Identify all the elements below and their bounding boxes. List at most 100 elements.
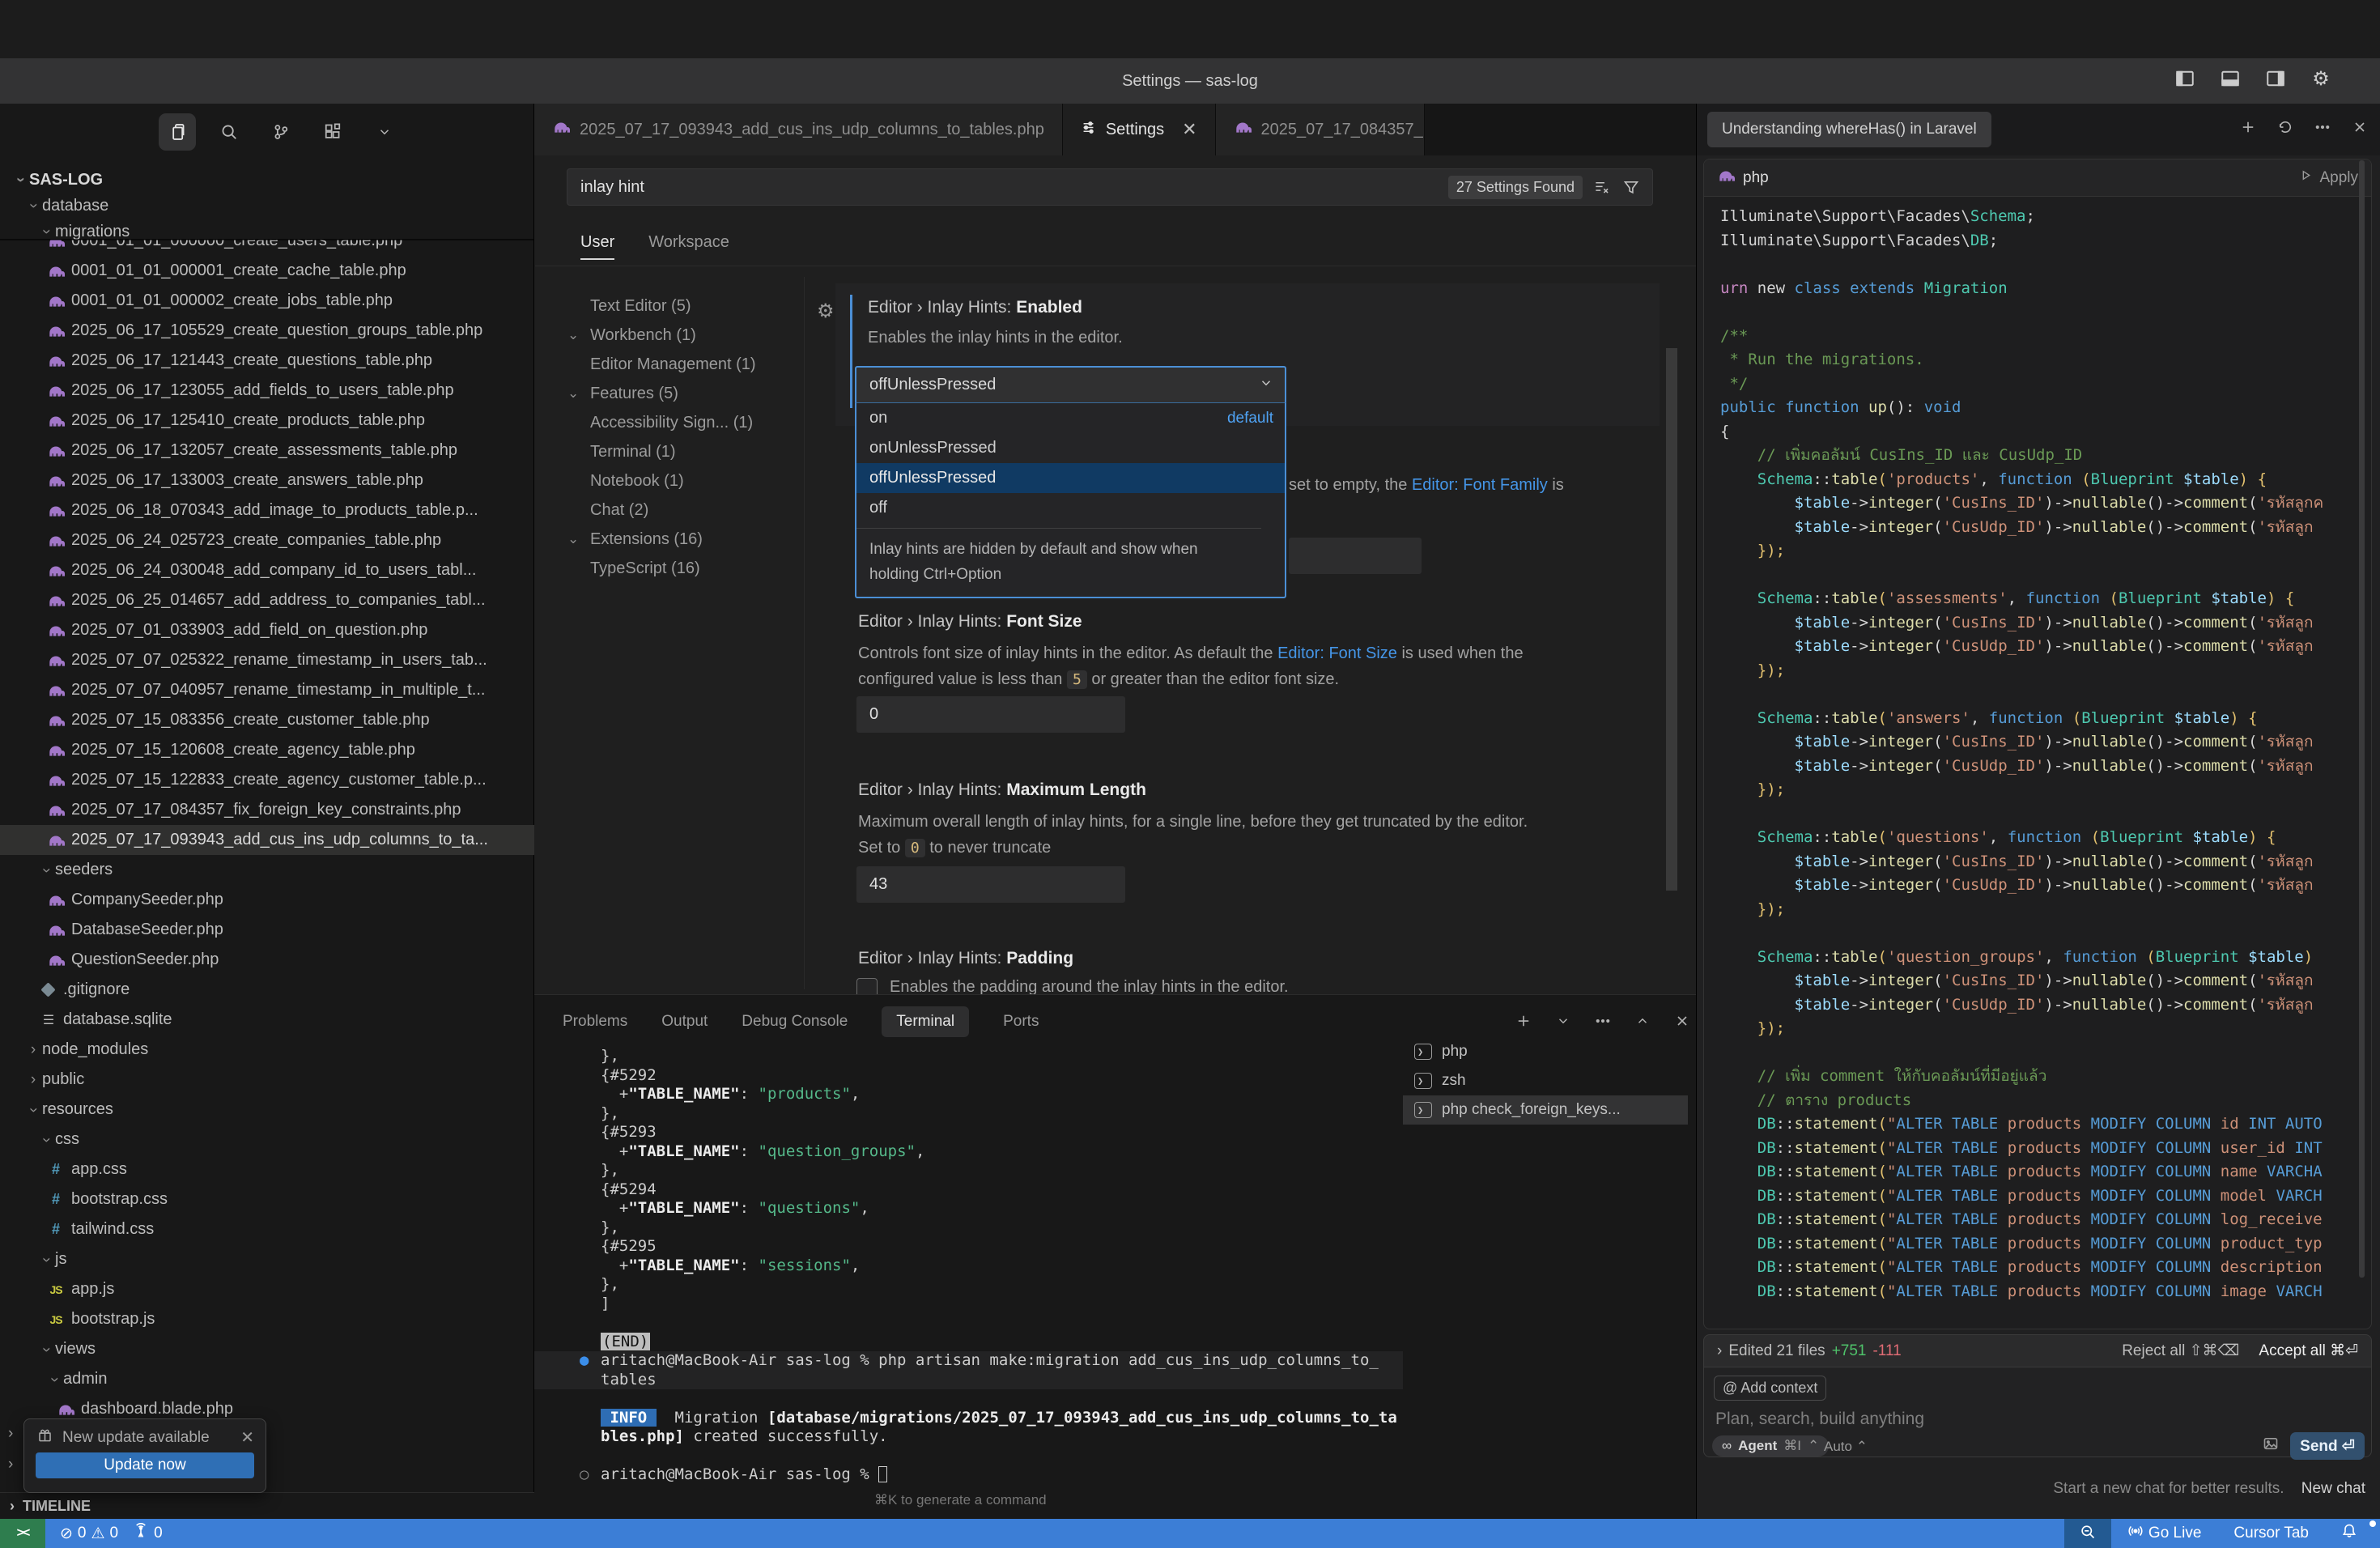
clear-filter-icon[interactable] (1594, 179, 1610, 195)
file-2025-07-15-122833-create-agency-customer[interactable]: 2025_07_15_122833_create_agency_customer… (0, 765, 534, 795)
file-2025-07-07-040957-rename-timestamp-in-mu[interactable]: 2025_07_07_040957_rename_timestamp_in_mu… (0, 675, 534, 705)
toc-typescript[interactable]: TypeScript (16) (567, 554, 810, 583)
file-app-css[interactable]: #app.css (0, 1155, 534, 1184)
inlay-hints-enabled-select[interactable]: offUnlessPressed (855, 366, 1286, 402)
option-onUnlessPressed[interactable]: onUnlessPressed (856, 433, 1285, 463)
file-2025-07-17-084357-fix-foreign-key-constr[interactable]: 2025_07_17_084357_fix_foreign_key_constr… (0, 795, 534, 825)
file-2025-07-17-093943-add-cus-ins-udp-column[interactable]: 2025_07_17_093943_add_cus_ins_udp_column… (0, 825, 534, 855)
file--gitignore[interactable]: .gitignore (0, 975, 534, 1005)
toc-extensions[interactable]: ⌄Extensions (16) (567, 525, 810, 554)
file-2025-06-17-123055-add-fields-to-users-ta[interactable]: 2025_06_17_123055_add_fields_to_users_ta… (0, 376, 534, 406)
file-questionseeder-php[interactable]: QuestionSeeder.php (0, 945, 534, 975)
terminal-session-php[interactable]: ❯php (1403, 1037, 1688, 1066)
terminal-session-php-check-foreign-keys-[interactable]: ❯php check_foreign_keys... (1403, 1095, 1688, 1125)
panel-tab-debug-console[interactable]: Debug Console (742, 1013, 848, 1031)
settings-scrollbar[interactable] (1666, 348, 1677, 891)
accept-all-button[interactable]: Accept all ⌘⏎ (2259, 1342, 2358, 1360)
attach-image-icon[interactable] (2263, 1435, 2279, 1456)
file-2025-06-24-025723-create-companies-table[interactable]: 2025_06_24_025723_create_companies_table… (0, 525, 534, 555)
file-2025-07-15-083356-create-customer-table-[interactable]: 2025_07_15_083356_create_customer_table.… (0, 705, 534, 735)
folder-database[interactable]: ›database (0, 193, 534, 219)
settings-link[interactable]: Editor: Font Family (1412, 476, 1548, 494)
scope-tab-workspace[interactable]: Workspace (648, 233, 729, 260)
ports-status[interactable]: 0 (133, 1523, 163, 1544)
go-live-button[interactable]: Go Live (2111, 1523, 2217, 1544)
option-offUnlessPressed[interactable]: offUnlessPressed (856, 463, 1285, 493)
update-now-button[interactable]: Update now (36, 1452, 254, 1478)
panel-tab-problems[interactable]: Problems (563, 1013, 627, 1031)
file-2025-07-01-033903-add-field-on-question-[interactable]: 2025_07_01_033903_add_field_on_question.… (0, 615, 534, 645)
model-selector[interactable]: Auto ⌃ (1824, 1439, 1868, 1455)
add-context-chip[interactable]: @ Add context (1714, 1376, 1826, 1401)
panel-bottom-icon[interactable] (2218, 66, 2242, 91)
file-bootstrap-css[interactable]: #bootstrap.css (0, 1184, 534, 1214)
option-on[interactable]: ondefault (856, 403, 1285, 433)
toc-terminal[interactable]: Terminal (1) (567, 437, 810, 466)
extensions-icon[interactable] (314, 113, 351, 151)
plus-icon[interactable] (2240, 119, 2256, 140)
timeline-section[interactable]: › TIMELINE (0, 1492, 534, 1519)
chat-input-box[interactable]: @ Add context Plan, search, build anythi… (1703, 1367, 2372, 1457)
files-icon[interactable] (159, 113, 196, 151)
settings-link[interactable]: Editor: Font Size (1277, 644, 1397, 662)
more-icon[interactable] (2314, 119, 2331, 140)
panel-tab-output[interactable]: Output (661, 1013, 708, 1031)
tab-2025-07-17-093943-add-cus-ins-[interactable]: 2025_07_17_093943_add_cus_ins_udp_column… (534, 104, 1063, 155)
file-0001-01-01-000000-create-users-table-php[interactable]: 0001_01_01_000000_create_users_table.php (0, 240, 534, 256)
toc-editor-management[interactable]: Editor Management (1) (567, 350, 810, 379)
collapsed-section-chevron-icon[interactable]: › (8, 1425, 13, 1443)
remote-indicator[interactable]: >< (0, 1519, 45, 1548)
folder-sas-log[interactable]: ›SAS-LOG (0, 167, 534, 193)
chevron-up-icon[interactable] (1635, 1014, 1650, 1032)
tab-settings[interactable]: Settings✕ (1063, 104, 1216, 155)
close-icon[interactable]: ✕ (1182, 119, 1196, 140)
notifications-bell-icon[interactable] (2325, 1523, 2374, 1544)
folder-css[interactable]: ›css (0, 1125, 534, 1155)
settings-search-input[interactable] (567, 178, 1448, 197)
font-size-input[interactable]: 0 (856, 696, 1125, 733)
file-2025-06-17-105529-create-question-groups[interactable]: 2025_06_17_105529_create_question_groups… (0, 316, 534, 346)
search-icon[interactable] (210, 113, 248, 151)
reject-all-button[interactable]: Reject all ⇧⌘⌫ (2122, 1342, 2239, 1360)
file-databaseseeder-php[interactable]: DatabaseSeeder.php (0, 915, 534, 945)
panel-tab-terminal[interactable]: Terminal (882, 1006, 969, 1037)
folder-admin[interactable]: ›admin (0, 1364, 534, 1394)
history-icon[interactable] (2277, 119, 2293, 140)
file-2025-07-15-120608-create-agency-table-ph[interactable]: 2025_07_15_120608_create_agency_table.ph… (0, 735, 534, 765)
gear-icon[interactable]: ⚙ (2309, 66, 2333, 91)
toc-accessibility-sign-[interactable]: Accessibility Sign... (1) (567, 408, 810, 437)
file-2025-06-18-070343-add-image-to-products-[interactable]: 2025_06_18_070343_add_image_to_products_… (0, 495, 534, 525)
code-scrollbar[interactable] (2359, 160, 2365, 1278)
folder-js[interactable]: ›js (0, 1244, 534, 1274)
chevron-down-icon[interactable] (1556, 1014, 1570, 1032)
zoom-indicator[interactable] (2064, 1519, 2111, 1548)
folder-seeders[interactable]: ›seeders (0, 855, 534, 885)
settings-search[interactable]: 27 Settings Found (567, 168, 1653, 206)
folder-node-modules[interactable]: ›node_modules (0, 1035, 534, 1065)
panel-tab-ports[interactable]: Ports (1003, 1013, 1039, 1031)
cursor-tab-status[interactable]: Cursor Tab (2217, 1525, 2325, 1542)
setting-modified-gear-icon[interactable]: ⚙ (817, 300, 835, 323)
source-control-icon[interactable] (262, 113, 300, 151)
file-bootstrap-js[interactable]: JSbootstrap.js (0, 1304, 534, 1334)
folder-resources[interactable]: ›resources (0, 1095, 534, 1125)
file-0001-01-01-000001-create-cache-table-php[interactable]: 0001_01_01_000001_create_cache_table.php (0, 256, 534, 286)
file-tailwind-css[interactable]: #tailwind.css (0, 1214, 534, 1244)
chevron-right-icon[interactable]: › (1717, 1342, 1722, 1360)
close-icon[interactable] (2352, 119, 2368, 140)
file-0001-01-01-000002-create-jobs-table-php[interactable]: 0001_01_01_000002_create_jobs_table.php (0, 286, 534, 316)
toc-features[interactable]: ⌄Features (5) (567, 379, 810, 408)
agent-mode-selector[interactable]: ∞Agent ⌘I⌃ (1712, 1435, 1829, 1457)
close-icon[interactable] (1674, 1013, 1690, 1033)
plus-icon[interactable] (1515, 1013, 1532, 1033)
collapsed-section-chevron-icon[interactable]: › (8, 1456, 13, 1474)
folder-public[interactable]: ›public (0, 1065, 534, 1095)
more-icon[interactable] (1595, 1013, 1611, 1033)
chat-tab[interactable]: Understanding whereHas() in Laravel (1707, 112, 1991, 147)
file-companyseeder-php[interactable]: CompanySeeder.php (0, 885, 534, 915)
maximum-length-input[interactable]: 43 (856, 866, 1125, 903)
panel-right-icon[interactable] (2263, 66, 2288, 91)
tab-2025-07-17-084357-[interactable]: 2025_07_17_084357_ (1216, 104, 1425, 155)
file-database-sqlite[interactable]: ☰database.sqlite (0, 1005, 534, 1035)
new-chat-button[interactable]: New chat (2301, 1480, 2365, 1497)
